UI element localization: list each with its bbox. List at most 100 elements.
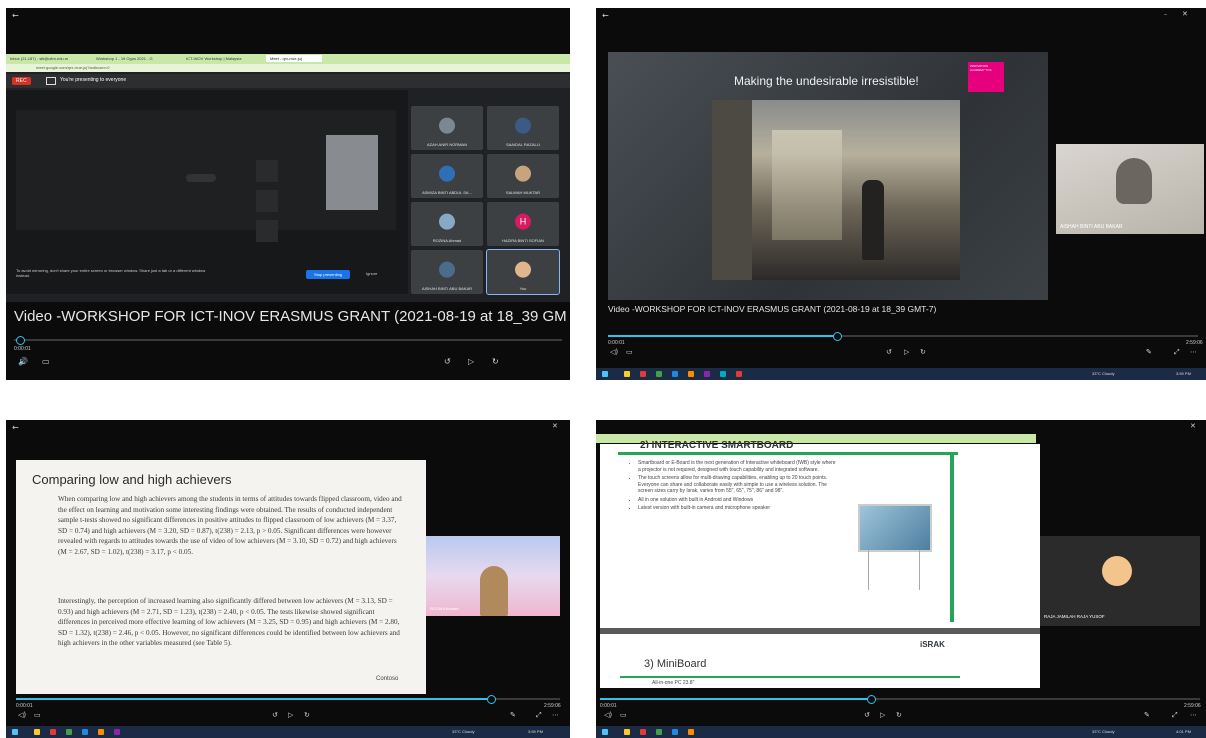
progress-bar[interactable] — [14, 336, 562, 345]
participant-avatar — [439, 117, 455, 134]
taskbar-app-icon[interactable] — [34, 729, 40, 735]
edit-icon[interactable]: ✎ — [510, 712, 516, 719]
video-panel-meet: ← Inbox (21,187) - siti@uitm.edu.m Works… — [6, 8, 570, 380]
bullet-list: Smartboard or E-Board is the next genera… — [630, 460, 838, 512]
start-icon[interactable] — [12, 729, 18, 735]
minimize-icon[interactable]: – — [1164, 12, 1167, 18]
more-icon[interactable]: ⋯ — [1190, 349, 1197, 356]
fullscreen-icon[interactable]: ⤢ — [1172, 712, 1178, 719]
taskbar-app-icon[interactable] — [656, 729, 662, 735]
taskbar-app-icon[interactable] — [82, 729, 88, 735]
close-icon[interactable]: ✕ — [552, 423, 558, 430]
taskbar-app-icon[interactable] — [50, 729, 56, 735]
israk-logo: iSRAK — [920, 640, 945, 649]
play-icon[interactable]: ▷ — [468, 358, 474, 366]
browser-tab[interactable]: ICT-INOV Workshop | Malaysia — [186, 56, 241, 61]
progress-bar[interactable] — [608, 332, 1198, 341]
presenting-status: You're presenting to everyone — [60, 77, 127, 83]
progress-handle[interactable] — [16, 336, 25, 345]
rewind-icon[interactable]: ↺ — [886, 349, 892, 356]
address-bar[interactable]: meet.google.com/qrx-rrue-juj?authuser=0 — [6, 64, 570, 72]
progress-bar[interactable] — [600, 695, 1200, 704]
participant-avatar — [439, 213, 455, 230]
progress-handle[interactable] — [833, 332, 842, 341]
speaker-video: AISHAH BINTI ABU BAKAR — [1056, 144, 1204, 234]
taskbar-app-icon[interactable] — [672, 729, 678, 735]
more-icon[interactable]: ⋯ — [1190, 712, 1197, 719]
rewind-icon[interactable]: ↺ — [444, 358, 451, 366]
taskbar-app-icon[interactable] — [720, 371, 726, 377]
forward-icon[interactable]: ↻ — [896, 712, 902, 719]
time-elapsed: 0:00:01 — [14, 346, 31, 352]
progress-handle[interactable] — [867, 695, 876, 704]
presentation-thumbnail — [326, 135, 378, 210]
taskbar-app-icon[interactable] — [624, 371, 630, 377]
bullet-item: All in one solution with built in Androi… — [638, 497, 838, 504]
taskbar-app-icon[interactable] — [656, 371, 662, 377]
participant-tile: SALWAH MUKTAR — [487, 154, 559, 198]
progress-bar[interactable] — [16, 695, 560, 704]
play-icon[interactable]: ▷ — [880, 712, 885, 719]
edit-icon[interactable]: ✎ — [1146, 349, 1152, 356]
volume-icon[interactable]: ◁) — [610, 349, 618, 356]
more-icon[interactable]: ⋯ — [552, 712, 559, 719]
browser-tab[interactable]: Inbox (21,187) - siti@uitm.edu.m — [10, 56, 68, 61]
volume-icon[interactable]: ◁) — [604, 712, 612, 719]
taskbar-app-icon[interactable] — [98, 729, 104, 735]
bullet-item: Smartboard or E-Board is the next genera… — [638, 460, 838, 473]
forward-icon[interactable]: ↻ — [920, 349, 926, 356]
play-icon[interactable]: ▷ — [904, 349, 909, 356]
speaker-name: AISHAH BINTI ABU BAKAR — [1060, 224, 1123, 230]
back-arrow-icon[interactable]: ← — [12, 424, 19, 432]
captions-icon[interactable]: ▭ — [626, 349, 633, 356]
browser-tab-active[interactable]: Meet - qrx-rrue-juj — [266, 55, 322, 62]
browser-tab[interactable]: Workshop 1 - 19 Ogos 2021 - G — [96, 56, 153, 61]
captions-icon[interactable]: ▭ — [42, 358, 50, 366]
shared-slides: 2) INTERACTIVE SMARTBOARD Smartboard or … — [600, 440, 1040, 688]
volume-icon[interactable]: ◁) — [18, 712, 26, 719]
start-icon[interactable] — [602, 371, 608, 377]
slide-title: Comparing low and high achievers — [32, 472, 232, 487]
back-arrow-icon[interactable]: ← — [602, 12, 609, 20]
ignore-button[interactable]: Ignore — [366, 271, 377, 276]
clock: 3:59 PM — [528, 729, 543, 734]
rewind-icon[interactable]: ↺ — [272, 712, 278, 719]
forward-icon[interactable]: ↻ — [492, 358, 499, 366]
video-panel-smartboard: ✕ 2) INTERACTIVE SMARTBOARD Smartboard o… — [596, 420, 1206, 738]
captions-icon[interactable]: ▭ — [620, 712, 627, 719]
edit-icon[interactable]: ✎ — [1144, 712, 1150, 719]
participant-avatar — [515, 117, 531, 134]
taskbar-app-icon[interactable] — [688, 371, 694, 377]
taskbar-app-icon[interactable] — [672, 371, 678, 377]
stop-presenting-button[interactable]: Stop presenting — [306, 270, 351, 279]
rewind-icon[interactable]: ↺ — [864, 712, 870, 719]
taskbar-app-icon[interactable] — [624, 729, 630, 735]
taskbar-app-icon[interactable] — [688, 729, 694, 735]
taskbar-app-icon[interactable] — [66, 729, 72, 735]
speaker-avatar — [1116, 158, 1152, 204]
taskbar-app-icon[interactable] — [640, 729, 646, 735]
participant-tile: SAAIDAL RAZALLI — [487, 106, 559, 150]
video-title: Video -WORKSHOP FOR ICT-INOV ERASMUS GRA… — [14, 308, 567, 325]
taskbar-app-icon[interactable] — [736, 371, 742, 377]
green-rule — [620, 676, 960, 678]
fullscreen-icon[interactable]: ⤢ — [536, 712, 542, 719]
progress-handle[interactable] — [487, 695, 496, 704]
slide-title: Making the undesirable irresistible! — [734, 74, 919, 88]
back-arrow-icon[interactable]: ← — [12, 12, 19, 20]
participant-tile: AISHAH BINTI ABU BAKAR — [411, 250, 483, 294]
next-heading: 3) MiniBoard — [644, 658, 707, 670]
taskbar-app-icon[interactable] — [640, 371, 646, 377]
captions-icon[interactable]: ▭ — [34, 712, 41, 719]
start-icon[interactable] — [602, 729, 608, 735]
forward-icon[interactable]: ↻ — [304, 712, 310, 719]
volume-icon[interactable]: 🔊 — [18, 358, 28, 366]
taskbar-app-icon[interactable] — [114, 729, 120, 735]
speaker-name: ROZINA Ahmad — [430, 606, 459, 611]
close-icon[interactable]: ✕ — [1190, 423, 1196, 430]
close-icon[interactable]: ✕ — [1182, 11, 1188, 18]
play-icon[interactable]: ▷ — [288, 712, 293, 719]
weather-status: 33°C Cloudy — [1092, 371, 1115, 376]
taskbar-app-icon[interactable] — [704, 371, 710, 377]
fullscreen-icon[interactable]: ⤢ — [1174, 349, 1180, 356]
